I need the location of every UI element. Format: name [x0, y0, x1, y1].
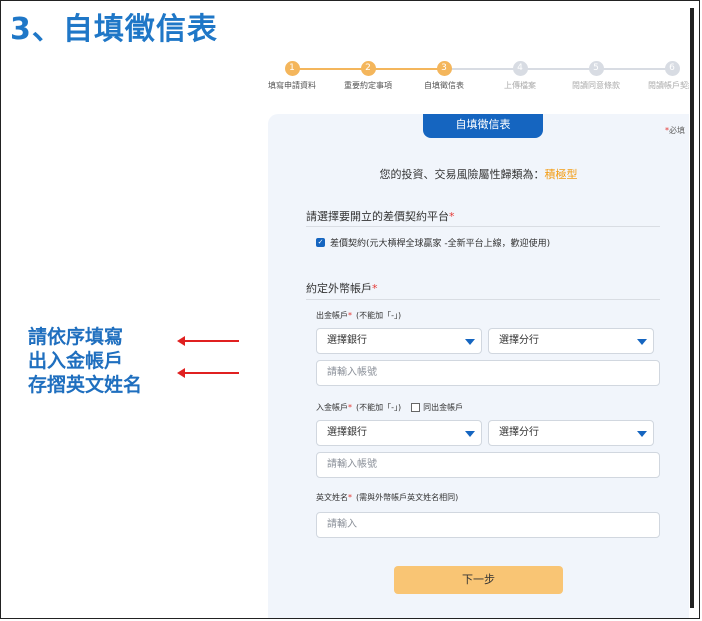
outbound-label-text: 出金帳戶 [316, 311, 348, 320]
form-tab-title: 自填徵信表 [423, 114, 543, 138]
inbound-branch-value: 選擇分行 [499, 427, 539, 438]
annotation-line-2: 出入金帳戶 [28, 350, 124, 372]
next-button[interactable]: 下一步 [394, 566, 563, 594]
outbound-branch-value: 選擇分行 [499, 335, 539, 346]
step-6[interactable]: 6 閱讀帳戶契約 [642, 61, 689, 91]
step-label: 重要約定事項 [344, 81, 392, 90]
platform-section-title: 請選擇要開立的差價契約平台* [306, 208, 455, 224]
step-4[interactable]: 4 上傳檔案 [490, 61, 550, 91]
english-name-label-text: 英文姓名 [316, 493, 348, 502]
check-icon[interactable]: ✓ [316, 238, 325, 247]
outbound-account-input[interactable]: 請輸入帳號 [316, 360, 660, 386]
same-as-outbound-label: 同出金帳戶 [423, 403, 464, 412]
inbound-account-placeholder: 請輸入帳號 [327, 459, 377, 470]
inbound-bank-select[interactable]: 選擇銀行 [316, 420, 482, 446]
same-as-outbound-checkbox[interactable] [411, 403, 421, 412]
required-star: * [372, 282, 378, 295]
section-title-text: 請選擇要開立的差價契約平台 [306, 210, 449, 223]
required-note-text: 必填 [669, 126, 685, 135]
platform-option[interactable]: ✓ 差價契約(元大槓桿全球贏家 -全新平台上線，歡迎使用) [316, 236, 550, 249]
browser-screenshot: 1 填寫申請資料 2 重要約定事項 3 自填徵信表 4 上傳檔案 5 閱讀同意條… [256, 56, 689, 618]
outbound-bank-value: 選擇銀行 [327, 335, 367, 346]
step-2[interactable]: 2 重要約定事項 [338, 61, 398, 91]
step-label: 自填徵信表 [424, 81, 464, 90]
english-name-note: (需與外幣帳戶英文姓名相同) [356, 493, 459, 502]
slide-title: 3、自填徵信表 [10, 12, 218, 47]
outbound-branch-select[interactable]: 選擇分行 [488, 328, 654, 354]
english-name-label: 英文姓名 * (需與外幣帳戶英文姓名相同) [316, 492, 458, 503]
inbound-account-input[interactable]: 請輸入帳號 [316, 452, 660, 478]
required-star: * [348, 311, 352, 320]
step-number: 3 [436, 61, 452, 76]
step-label: 上傳檔案 [504, 81, 536, 90]
section-divider [306, 299, 660, 300]
section-divider [306, 226, 660, 227]
required-note: *必填 [665, 125, 685, 136]
instruction-annotation: 請依序填寫 出入金帳戶 存摺英文姓名 [28, 325, 142, 397]
inbound-branch-select[interactable]: 選擇分行 [488, 420, 654, 446]
step-number: 1 [284, 61, 300, 76]
section-title-text: 約定外幣帳戶 [306, 282, 372, 295]
step-3[interactable]: 3 自填徵信表 [414, 61, 474, 91]
progress-stepper: 1 填寫申請資料 2 重要約定事項 3 自填徵信表 4 上傳檔案 5 閱讀同意條… [256, 56, 689, 106]
english-name-placeholder: 請輸入 [327, 519, 357, 530]
inbound-note: (不能加「-」) [356, 403, 402, 412]
step-label: 閱讀帳戶契約 [648, 81, 689, 90]
annotation-line-3: 存摺英文姓名 [28, 374, 143, 396]
required-star: * [449, 210, 455, 223]
inbound-bank-value: 選擇銀行 [327, 427, 367, 438]
inbound-account-label: 入金帳戶 * (不能加「-」) 同出金帳戶 [316, 402, 463, 413]
chevron-down-icon [465, 339, 475, 345]
form-card: 自填徵信表 *必填 您的投資、交易風險屬性歸類為：積極型 請選擇要開立的差價契約… [268, 114, 689, 618]
step-label: 填寫申請資料 [268, 81, 316, 90]
platform-option-label: 差價契約(元大槓桿全球贏家 -全新平台上線，歡迎使用) [330, 239, 551, 249]
chevron-down-icon [637, 339, 647, 345]
step-1[interactable]: 1 填寫申請資料 [262, 61, 322, 91]
annotation-line-1: 請依序填寫 [28, 326, 124, 348]
outbound-bank-select[interactable]: 選擇銀行 [316, 328, 482, 354]
chevron-down-icon [637, 431, 647, 437]
fx-section-title: 約定外幣帳戶* [306, 280, 378, 296]
risk-prefix: 您的投資、交易風險屬性歸類為： [379, 168, 545, 181]
outbound-account-placeholder: 請輸入帳號 [327, 367, 377, 378]
risk-value: 積極型 [544, 168, 578, 181]
step-number: 4 [512, 61, 528, 76]
chevron-down-icon [465, 431, 475, 437]
step-number: 6 [664, 61, 680, 76]
arrow-left-icon [177, 336, 239, 346]
frame-shadow-edge [690, 8, 694, 608]
english-name-input[interactable]: 請輸入 [316, 512, 660, 538]
outbound-account-label: 出金帳戶 * (不能加「-」) [316, 310, 401, 321]
inbound-label-text: 入金帳戶 [316, 403, 348, 412]
step-label: 閱讀同意條款 [572, 81, 620, 90]
risk-summary: 您的投資、交易風險屬性歸類為：積極型 [268, 166, 689, 182]
outbound-note: (不能加「-」) [356, 311, 402, 320]
step-5[interactable]: 5 閱讀同意條款 [566, 61, 626, 91]
step-number: 5 [588, 61, 604, 76]
required-star: * [348, 493, 352, 502]
step-number: 2 [360, 61, 376, 76]
required-star: * [348, 403, 352, 412]
arrow-left-icon [177, 368, 239, 378]
